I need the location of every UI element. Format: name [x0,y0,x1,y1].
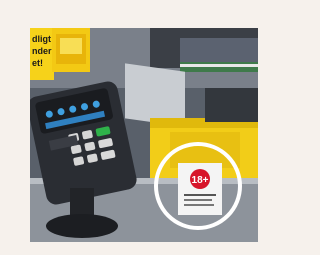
center-yellow-box [52,28,90,72]
age-restriction-label: 18+ [178,163,222,215]
left-yellow-sign: dligt nder et! [30,28,54,80]
checkout-photo: dligt nder et! 18+ [30,28,258,242]
sign-line-1: dligt [32,34,51,44]
sign-line-2: nder [32,46,52,56]
checkout-scene: dligt nder et! 18+ [30,28,258,242]
age-badge: 18+ [192,175,209,186]
sign-line-3: et! [32,58,43,68]
page-background: dligt nder et! 18+ [0,0,261,255]
